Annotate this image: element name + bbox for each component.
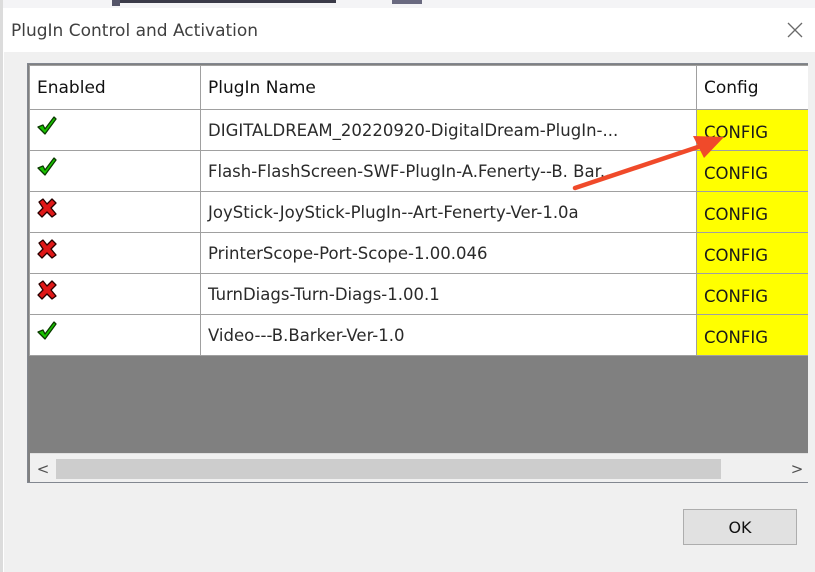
config-button[interactable]: CONFIG (696, 109, 808, 151)
chevron-left-icon: < (36, 460, 50, 478)
plugin-table: Enabled PlugIn Name Config DIGITALDREAM_… (29, 65, 808, 356)
config-button[interactable]: CONFIG (696, 273, 808, 315)
plugin-name-cell[interactable]: DIGITALDREAM_20220920-DigitalDream-PlugI… (200, 109, 697, 151)
scroll-thumb[interactable] (56, 459, 721, 479)
background-window-mark (112, 0, 120, 6)
table-header-row: Enabled PlugIn Name Config (29, 65, 808, 110)
header-config[interactable]: Config (696, 65, 808, 110)
config-button[interactable]: CONFIG (696, 232, 808, 274)
background-left-edge (0, 0, 3, 572)
grid-empty-area: Enabled PlugIn Name Config DIGITALDREAM_… (29, 65, 808, 482)
config-button[interactable]: CONFIG (696, 191, 808, 233)
close-button[interactable] (775, 8, 815, 52)
config-button[interactable]: CONFIG (696, 150, 808, 192)
background-window-strip (0, 0, 815, 8)
enabled-cell[interactable] (29, 150, 201, 192)
scroll-right-button[interactable]: > (784, 454, 808, 482)
background-window-mark (392, 0, 422, 4)
table-row[interactable]: TurnDiags-Turn-Diags-1.00.1 CONFIG (29, 273, 808, 315)
red-x-icon (36, 239, 58, 263)
table-row[interactable]: DIGITALDREAM_20220920-DigitalDream-PlugI… (29, 109, 808, 151)
background-window-edge (112, 0, 336, 3)
table-row[interactable]: Video---B.Barker-Ver-1.0 CONFIG (29, 314, 808, 356)
chevron-right-icon: > (790, 460, 804, 478)
red-x-icon (36, 280, 58, 304)
table-row[interactable]: Flash-FlashScreen-SWF-PlugIn-A.Fenerty--… (29, 150, 808, 192)
plugin-name-cell[interactable]: JoyStick-JoyStick-PlugIn--Art-Fenerty-Ve… (200, 191, 697, 233)
enabled-cell[interactable] (29, 191, 201, 233)
plugin-name-cell[interactable]: Video---B.Barker-Ver-1.0 (200, 314, 697, 356)
table-row[interactable]: PrinterScope-Port-Scope-1.00.046 CONFIG (29, 232, 808, 274)
green-check-icon (36, 116, 58, 140)
enabled-cell[interactable] (29, 273, 201, 315)
enabled-cell[interactable] (29, 232, 201, 274)
horizontal-scrollbar[interactable]: < > (30, 453, 808, 482)
header-enabled[interactable]: Enabled (29, 65, 201, 110)
title-bar[interactable]: PlugIn Control and Activation (4, 8, 815, 52)
close-icon (787, 22, 803, 38)
green-check-icon (36, 157, 58, 181)
table-row[interactable]: JoyStick-JoyStick-PlugIn--Art-Fenerty-Ve… (29, 191, 808, 233)
header-plugin-name[interactable]: PlugIn Name (200, 65, 697, 110)
scroll-left-button[interactable]: < (30, 454, 56, 482)
plugin-name-cell[interactable]: TurnDiags-Turn-Diags-1.00.1 (200, 273, 697, 315)
config-button[interactable]: CONFIG (696, 314, 808, 356)
enabled-cell[interactable] (29, 314, 201, 356)
plugin-name-cell[interactable]: PrinterScope-Port-Scope-1.00.046 (200, 232, 697, 274)
enabled-cell[interactable] (29, 109, 201, 151)
red-x-icon (36, 198, 58, 222)
plugin-grid[interactable]: Enabled PlugIn Name Config DIGITALDREAM_… (27, 63, 808, 483)
green-check-icon (36, 321, 58, 345)
ok-button[interactable]: OK (683, 509, 797, 545)
dialog-title: PlugIn Control and Activation (11, 21, 259, 41)
plugin-name-cell[interactable]: Flash-FlashScreen-SWF-PlugIn-A.Fenerty--… (200, 150, 697, 192)
